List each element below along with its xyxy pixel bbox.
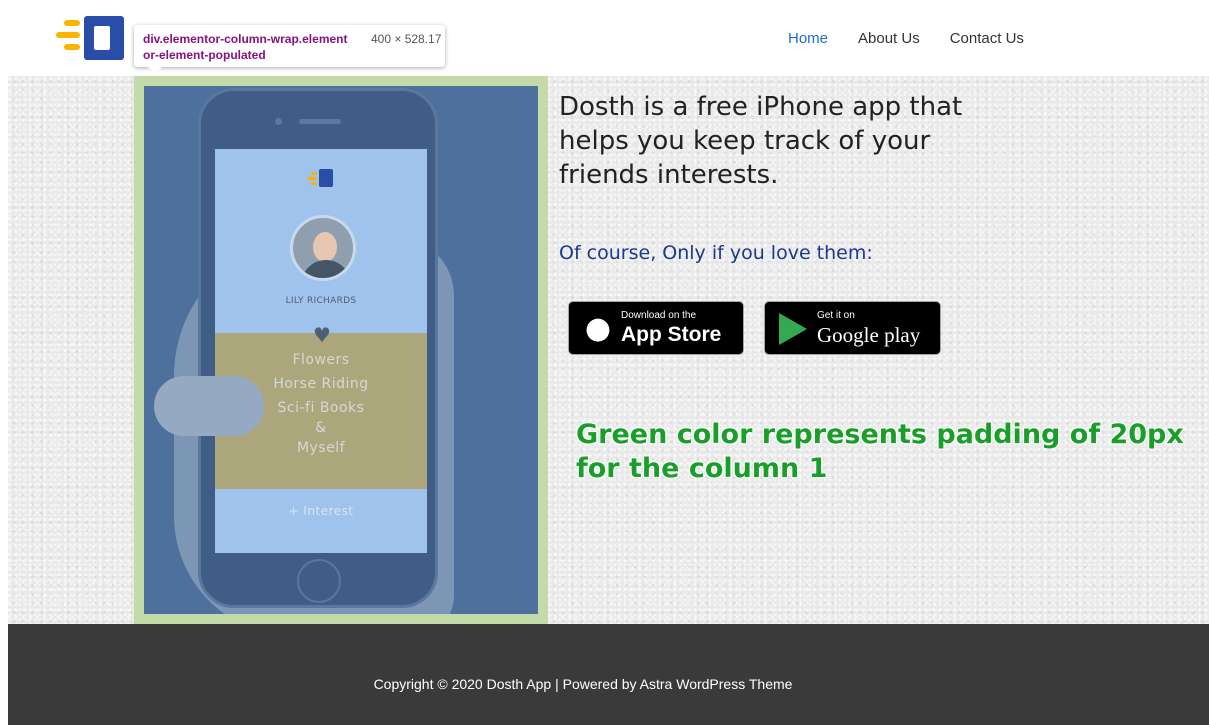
logo-bar <box>64 44 80 50</box>
padding-annotation: Green color represents padding of 20px f… <box>576 419 1184 484</box>
hero-section: LILY RICHARDS Flowers Horse Riding Sci-f… <box>8 76 1209 624</box>
column-padding-overlay: LILY RICHARDS Flowers Horse Riding Sci-f… <box>134 76 548 624</box>
site-header: div.elementor-column-wrap.elementor-elem… <box>0 0 1209 76</box>
profile-name: LILY RICHARDS <box>285 296 357 306</box>
google-play-big-text: Google play <box>817 323 921 347</box>
apple-icon: ● <box>584 311 612 346</box>
phone-home-button <box>297 559 341 603</box>
add-interest-label: + Interest <box>288 504 354 518</box>
interest-item: Myself <box>296 440 346 456</box>
interest-item: Flowers <box>292 352 350 368</box>
site-footer: Copyright © 2020 Dosth App | Powered by … <box>8 624 1209 725</box>
copyright-text: Copyright © 2020 Dosth App | Powered by … <box>373 676 793 692</box>
app-store-button[interactable]: ● Download on the App Store <box>568 301 744 355</box>
logo-bar <box>64 20 80 26</box>
inspect-selector: div.elementor-column-wrap.elementor-elem… <box>143 32 348 62</box>
site-logo[interactable] <box>52 16 124 60</box>
column-content-overlay: LILY RICHARDS Flowers Horse Riding Sci-f… <box>144 86 538 614</box>
devtools-inspect-tooltip: div.elementor-column-wrap.elementor-elem… <box>134 25 445 74</box>
nav-contact-us[interactable]: Contact Us <box>950 29 1024 49</box>
app-store-small-text: Download on the <box>621 310 697 321</box>
phone-mockup: LILY RICHARDS Flowers Horse Riding Sci-f… <box>198 88 438 608</box>
phone-camera <box>275 118 282 125</box>
hero-headline: Dosth is a free iPhone app that helps yo… <box>559 92 963 190</box>
thumb-illustration <box>154 376 264 436</box>
main-nav: Home About Us Contact Us <box>788 29 1054 49</box>
inspect-size: 400 × 528.17 <box>371 32 442 46</box>
google-play-small-text: Get it on <box>817 310 855 321</box>
nav-home[interactable]: Home <box>788 29 828 49</box>
phone-screen: LILY RICHARDS Flowers Horse Riding Sci-f… <box>215 149 427 553</box>
logo-bar <box>56 32 80 38</box>
hero-subline: Of course, Only if you love them: <box>559 242 873 264</box>
google-play-button[interactable]: Get it on Google play <box>764 301 941 355</box>
avatar <box>290 215 356 281</box>
app-logo-icon <box>307 169 335 187</box>
nav-about-us[interactable]: About Us <box>858 29 920 49</box>
phone-speaker <box>299 119 341 124</box>
app-store-big-text: App Store <box>621 323 722 346</box>
logo-d-mark <box>84 16 124 60</box>
heart-icon: ♥ <box>313 323 331 347</box>
google-play-icon <box>779 313 809 345</box>
